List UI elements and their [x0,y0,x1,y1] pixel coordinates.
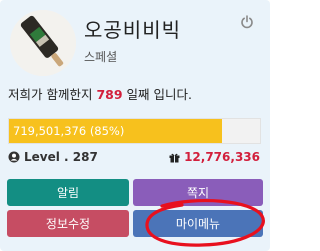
annotation-circle [145,198,265,247]
level-info: Level . 287 [8,150,98,164]
user-name: 오공비비빅 [84,18,181,42]
points-value: 12,776,336 [184,150,260,164]
days-together-text: 저희가 함께한지 789 일째 입니다. [8,84,192,103]
progress-label: 719,501,376 (85%) [13,124,125,138]
avatar-image [10,10,76,76]
user-grade: 스페셜 [84,50,118,64]
edit-profile-button[interactable]: 정보수정 [7,210,129,237]
days-count: 789 [96,87,123,102]
days-suffix: 일째 입니다. [122,87,192,102]
days-prefix: 저희가 함께한지 [8,87,97,102]
notifications-button[interactable]: 알림 [7,179,129,206]
experience-progress-bar: 719,501,376 (85%) [8,118,261,144]
points-info: 12,776,336 [169,150,260,164]
logout-button[interactable] [240,14,254,29]
power-icon [241,15,253,29]
avatar [10,10,76,76]
user-icon [8,151,20,163]
profile-panel: 오공비비빅 스페셜 저희가 함께한지 789 일째 입니다. 719,501,3… [0,0,270,251]
gift-icon [169,153,180,162]
level-label: Level . 287 [24,150,98,164]
